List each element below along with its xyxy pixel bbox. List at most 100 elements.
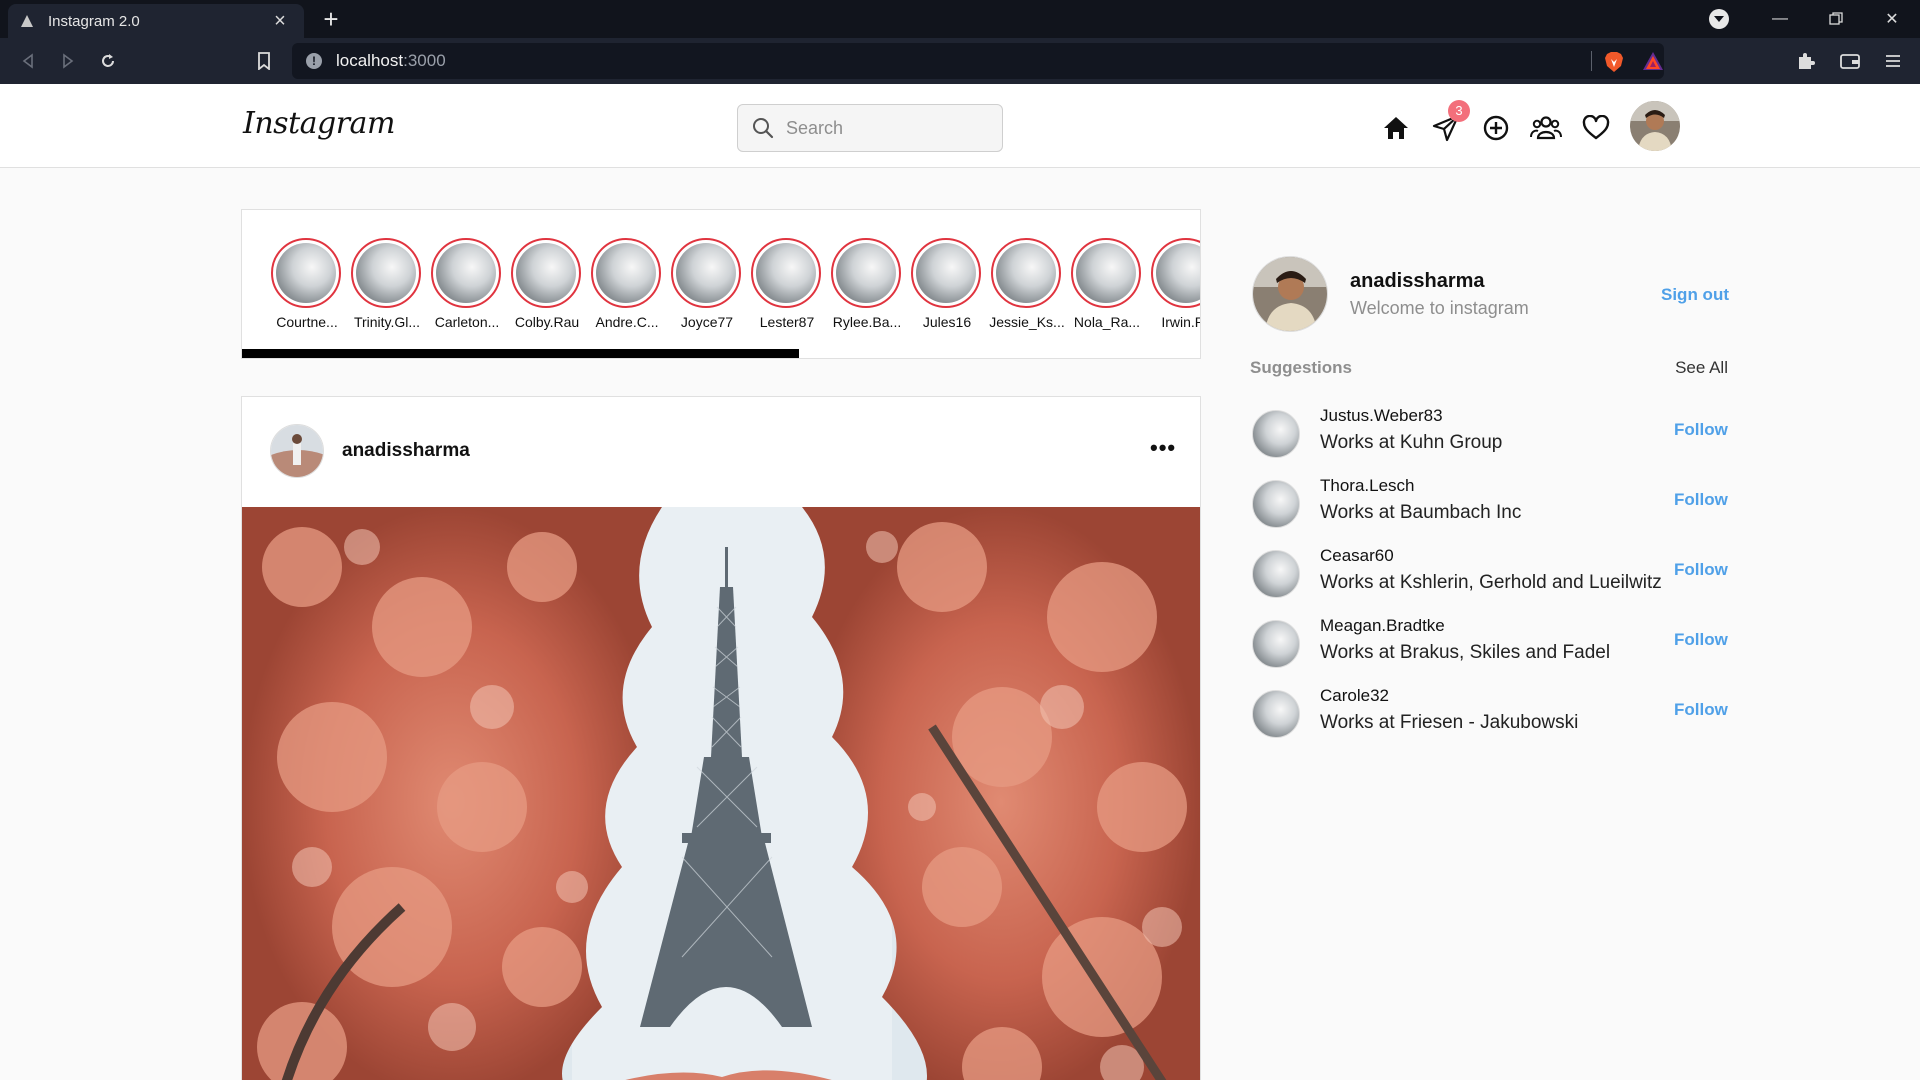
story-item[interactable]: Jules16 — [911, 238, 983, 330]
post-header: anadissharma ••• — [242, 397, 1200, 507]
wallet-icon[interactable] — [1839, 50, 1861, 72]
tab-strip: Instagram 2.0 × + — ✕ — [0, 0, 1920, 38]
story-item[interactable]: Irwin.Ro — [1151, 238, 1200, 330]
story-name: Jules16 — [922, 314, 972, 330]
story-avatar — [356, 243, 416, 303]
follow-button[interactable]: Follow — [1674, 420, 1728, 440]
follow-button[interactable]: Follow — [1674, 630, 1728, 650]
new-tab-button[interactable]: + — [316, 4, 346, 34]
browser-chrome: Instagram 2.0 × + — ✕ ! localhost:3000 — [0, 0, 1920, 84]
minimize-icon[interactable]: — — [1752, 0, 1808, 38]
suggestion-username[interactable]: Ceasar60 — [1320, 546, 1394, 566]
profile-username[interactable]: anadissharma — [1350, 270, 1485, 293]
bookmark-icon[interactable] — [250, 47, 278, 75]
story-avatar — [1076, 243, 1136, 303]
suggestion-avatar[interactable] — [1252, 690, 1300, 738]
story-item[interactable]: Rylee.Ba... — [831, 238, 903, 330]
story-item[interactable]: Courtne... — [271, 238, 343, 330]
suggestion-avatar[interactable] — [1252, 550, 1300, 598]
suggestion-username[interactable]: Carole32 — [1320, 686, 1389, 706]
story-ring — [351, 238, 421, 308]
tab-title: Instagram 2.0 — [48, 12, 140, 30]
close-window-icon[interactable]: ✕ — [1864, 0, 1920, 38]
sign-out-button[interactable]: Sign out — [1661, 285, 1729, 305]
search-box[interactable] — [737, 104, 1003, 152]
profile-avatar[interactable] — [1252, 256, 1328, 332]
messages-badge: 3 — [1448, 100, 1470, 122]
messages-icon[interactable]: 3 — [1430, 100, 1470, 144]
story-item[interactable]: Joyce77 — [671, 238, 743, 330]
post-username[interactable]: anadissharma — [342, 440, 470, 462]
back-icon[interactable] — [14, 47, 42, 75]
post-image[interactable] — [242, 507, 1200, 1080]
user-avatar[interactable] — [1630, 101, 1680, 151]
suggestion-avatar[interactable] — [1252, 410, 1300, 458]
extensions-icon[interactable] — [1795, 50, 1817, 72]
forward-icon[interactable] — [54, 47, 82, 75]
suggestion-username[interactable]: Meagan.Bradtke — [1320, 616, 1445, 636]
see-all-button[interactable]: See All — [1675, 358, 1728, 378]
browser-tab[interactable]: Instagram 2.0 × — [8, 4, 304, 38]
suggestions-list: Justus.Weber83 Works at Kuhn Group Follo… — [1250, 406, 1730, 756]
suggestion-username[interactable]: Thora.Lesch — [1320, 476, 1415, 496]
suggestion-job: Works at Brakus, Skiles and Fadel — [1320, 642, 1611, 663]
suggestion-username[interactable]: Justus.Weber83 — [1320, 406, 1443, 426]
story-item[interactable]: Lester87 — [751, 238, 823, 330]
url-port: :3000 — [403, 51, 446, 70]
story-ring — [671, 238, 741, 308]
url-host: localhost — [336, 51, 404, 70]
suggestion-item: Meagan.Bradtke Works at Brakus, Skiles a… — [1250, 616, 1730, 686]
post-card: anadissharma ••• — [241, 396, 1201, 1080]
search-input[interactable] — [786, 117, 986, 139]
people-icon[interactable] — [1530, 112, 1562, 144]
eiffel-tower-photo — [242, 507, 1200, 1080]
home-icon[interactable] — [1380, 112, 1412, 144]
instagram-logo[interactable]: Instagram — [243, 106, 395, 141]
menu-icon[interactable] — [1882, 50, 1904, 72]
follow-button[interactable]: Follow — [1674, 490, 1728, 510]
stories-scrollbar[interactable] — [242, 349, 799, 358]
window-controls: — ✕ — [1752, 0, 1920, 38]
story-item[interactable]: Trinity.Gl... — [351, 238, 423, 330]
story-avatar — [436, 243, 496, 303]
url-separator — [1591, 51, 1592, 71]
browser-profile-icon[interactable] — [1709, 9, 1729, 29]
story-item[interactable]: Carleton... — [431, 238, 503, 330]
address-bar[interactable]: ! localhost:3000 — [292, 43, 1664, 79]
story-avatar — [1156, 243, 1200, 303]
story-item[interactable]: Nola_Ra... — [1071, 238, 1143, 330]
add-post-icon[interactable] — [1480, 112, 1512, 144]
sidebar-profile: anadissharma Welcome to instagram Sign o… — [1250, 256, 1730, 336]
follow-button[interactable]: Follow — [1674, 700, 1728, 720]
suggestion-job: Works at Kshlerin, Gerhold and Lueilwitz — [1320, 572, 1662, 593]
post-author-avatar[interactable] — [270, 424, 324, 478]
tab-favicon-icon — [21, 15, 33, 27]
story-ring — [1071, 238, 1141, 308]
follow-button[interactable]: Follow — [1674, 560, 1728, 580]
story-name: Nola_Ra... — [1073, 314, 1141, 330]
suggestion-item: Thora.Lesch Works at Baumbach Inc Follow — [1250, 476, 1730, 546]
reload-icon[interactable] — [94, 47, 122, 75]
app-header: Instagram 3 — [0, 84, 1920, 168]
restore-icon[interactable] — [1808, 0, 1864, 38]
story-name: Colby.Rau — [514, 314, 580, 330]
story-item[interactable]: Colby.Rau — [511, 238, 583, 330]
suggestion-avatar[interactable] — [1252, 620, 1300, 668]
brave-shields-icon[interactable] — [1604, 51, 1624, 73]
story-name: Carleton... — [434, 314, 500, 330]
story-ring — [831, 238, 901, 308]
story-item[interactable]: Andre.C... — [591, 238, 663, 330]
story-avatar — [676, 243, 736, 303]
tab-close-icon[interactable]: × — [268, 10, 292, 33]
story-ring — [511, 238, 581, 308]
brave-rewards-icon[interactable] — [1642, 51, 1664, 71]
site-info-icon[interactable]: ! — [306, 53, 322, 69]
suggestion-avatar[interactable] — [1252, 480, 1300, 528]
heart-icon[interactable] — [1580, 112, 1612, 144]
suggestion-job: Works at Kuhn Group — [1320, 432, 1503, 453]
story-avatar — [916, 243, 976, 303]
more-options-icon[interactable]: ••• — [1150, 435, 1176, 461]
story-item[interactable]: Jessie_Ks... — [989, 238, 1065, 330]
suggestion-job: Works at Baumbach Inc — [1320, 502, 1522, 523]
story-ring — [271, 238, 341, 308]
